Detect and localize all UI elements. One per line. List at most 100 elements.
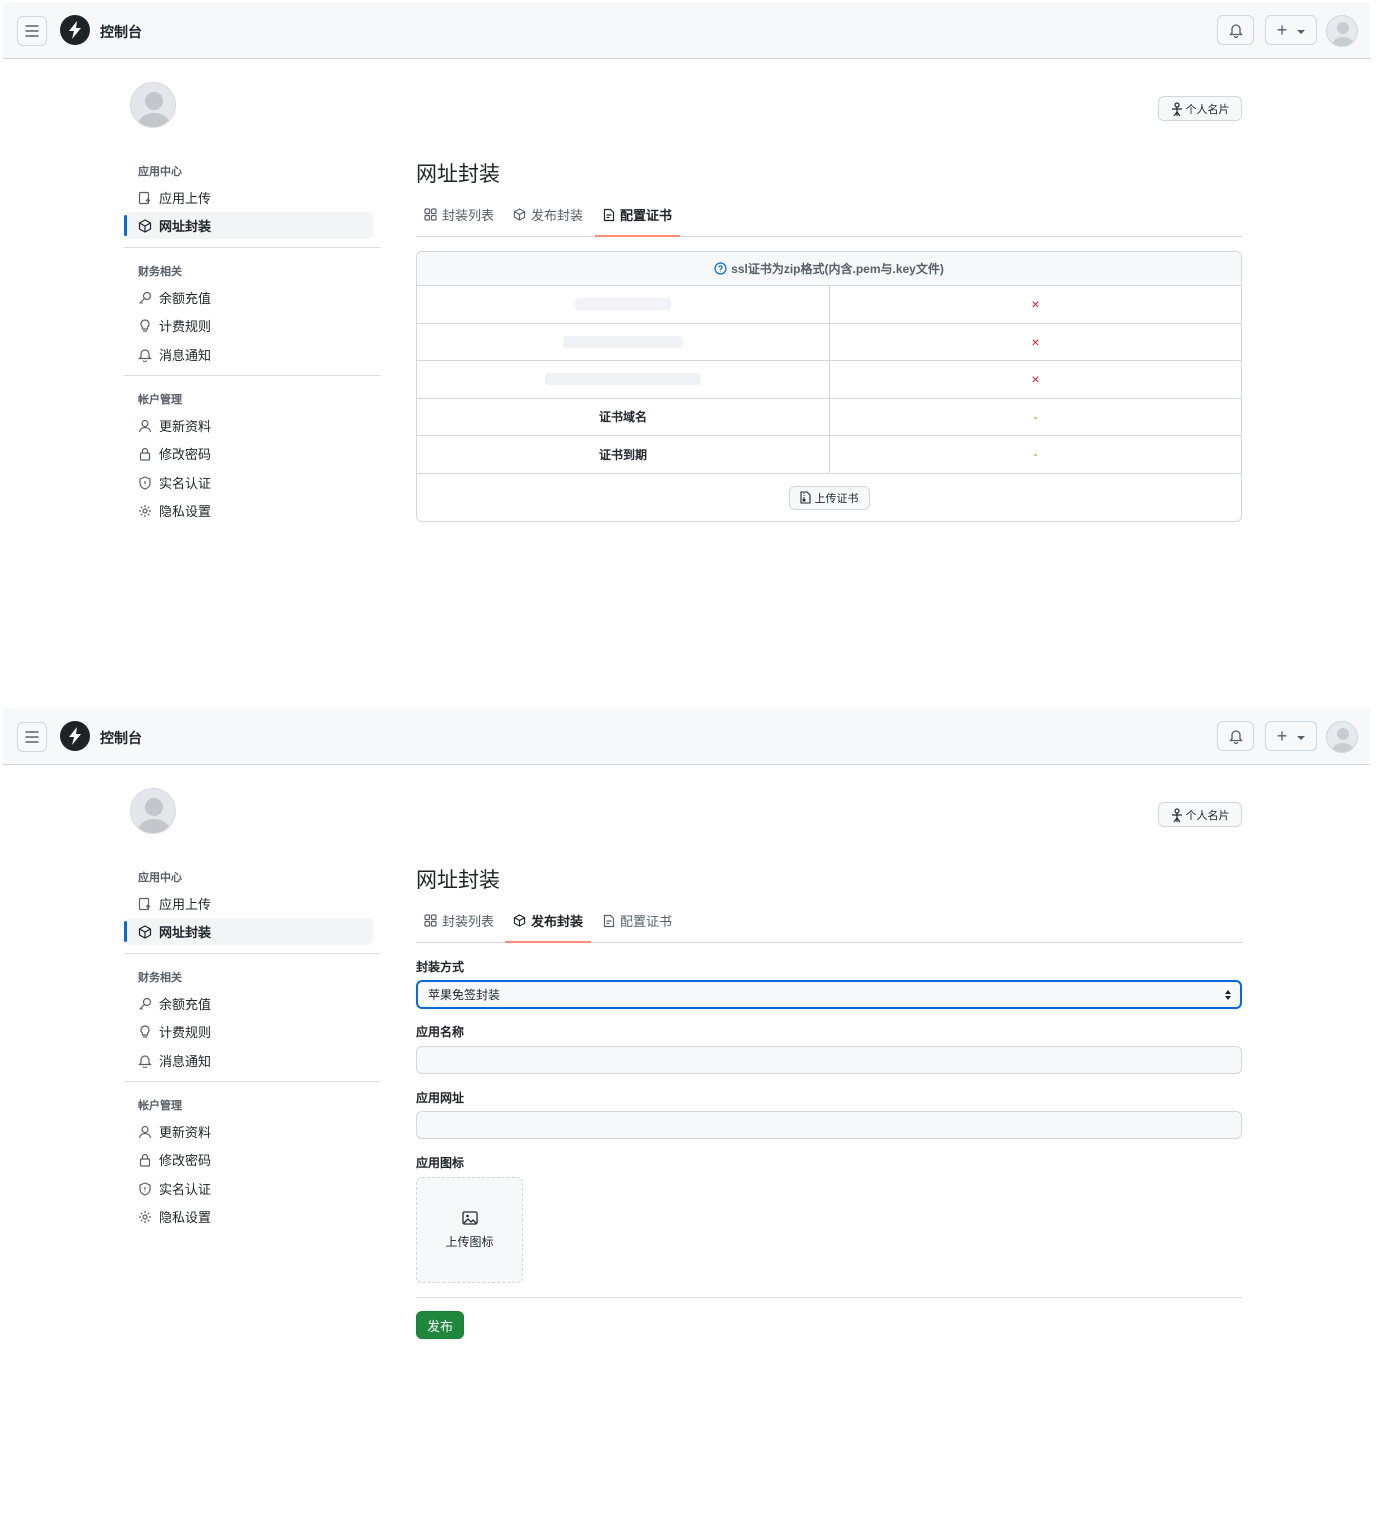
sidebar-item-label: 应用上传 — [159, 191, 212, 206]
package-icon — [513, 914, 526, 927]
lightbulb-icon — [140, 1024, 150, 1038]
sidebar-item-billing-rules[interactable]: 计费规则 — [124, 1018, 373, 1045]
tab-label: 配置证书 — [620, 208, 673, 223]
sidebar-item-verification[interactable]: 实名认证 — [124, 1175, 373, 1202]
bell-icon — [138, 348, 152, 362]
app-name-input[interactable] — [416, 1046, 1242, 1074]
cross-icon: × — [1031, 333, 1040, 350]
profile-card-button[interactable]: 个人名片 — [1158, 96, 1242, 121]
screen-config-cert: 控制台 + 个人名片 应用中心 应用上传 网址封装 财务相关 余额充值 计费规则… — [0, 0, 1398, 706]
sidebar-item-url-wrap[interactable]: 网址封装 — [124, 918, 373, 945]
profile-card-button[interactable]: 个人名片 — [1158, 802, 1242, 827]
page-title: 网址封装 — [416, 869, 500, 892]
cert-notice: ssl证书为zip格式(内含.pem与.key文件) — [417, 252, 1241, 286]
sidebar-item-label: 修改密码 — [159, 447, 212, 462]
sidebar-divider — [124, 375, 381, 376]
notifications-button[interactable] — [1217, 15, 1254, 45]
create-menu-button[interactable]: + — [1265, 15, 1317, 45]
menu-button[interactable] — [17, 16, 47, 46]
sidebar-item-notifications[interactable]: 消息通知 — [124, 1047, 373, 1074]
top-bar: 控制台 + — [3, 708, 1370, 765]
tab-publish-wrap[interactable]: 发布封装 — [505, 193, 591, 236]
caret-down-icon — [1297, 29, 1306, 34]
notifications-button[interactable] — [1217, 721, 1254, 751]
person-card-icon — [1171, 807, 1182, 822]
bell-icon — [1228, 23, 1243, 38]
package-icon — [513, 208, 526, 221]
tab-wrap-list[interactable]: 封装列表 — [416, 193, 502, 236]
cert-field-label — [417, 286, 830, 323]
top-bar: 控制台 + — [3, 2, 1370, 59]
sidebar-item-label: 隐私设置 — [159, 504, 212, 519]
upload-cert-label: 上传证书 — [814, 492, 859, 505]
menu-button[interactable] — [17, 722, 47, 752]
sidebar-item-app-upload[interactable]: 应用上传 — [124, 184, 373, 211]
select-arrows-icon — [1225, 990, 1231, 1000]
file-cert-icon — [603, 914, 615, 927]
tab-publish-wrap[interactable]: 发布封装 — [505, 899, 592, 943]
sidebar-item-url-wrap[interactable]: 网址封装 — [124, 212, 373, 239]
user-avatar[interactable] — [1326, 721, 1358, 753]
cert-field-value: × — [830, 286, 1241, 323]
logo[interactable] — [60, 721, 90, 751]
user-silhouette-icon — [1331, 728, 1355, 752]
wrap-method-label: 封装方式 — [416, 960, 465, 974]
sidebar-item-label: 余额充值 — [159, 997, 212, 1012]
upload-cert-button[interactable]: 上传证书 — [788, 485, 870, 510]
cert-field-value: - — [830, 399, 1241, 436]
user-avatar[interactable] — [1326, 15, 1358, 47]
sidebar-item-verification[interactable]: 实名认证 — [124, 469, 373, 496]
hamburger-icon — [25, 731, 39, 743]
sidebar-item-notifications[interactable]: 消息通知 — [124, 341, 373, 368]
sidebar-item-privacy[interactable]: 隐私设置 — [124, 497, 373, 524]
sidebar-group-title: 财务相关 — [138, 266, 182, 278]
sidebar-item-change-password[interactable]: 修改密码 — [124, 1146, 373, 1173]
sidebar-item-update-profile[interactable]: 更新资料 — [124, 412, 373, 439]
upload-doc-icon — [138, 897, 151, 910]
redacted-text — [563, 335, 683, 348]
sidebar-item-label: 修改密码 — [159, 1153, 212, 1168]
person-card-icon — [1171, 101, 1182, 116]
plus-icon: + — [1276, 20, 1288, 40]
sidebar-item-label: 实名认证 — [159, 1182, 212, 1197]
sidebar-item-privacy[interactable]: 隐私设置 — [124, 1203, 373, 1230]
cert-panel: ssl证书为zip格式(内含.pem与.key文件) × × × 证书域名 - … — [416, 251, 1242, 522]
file-zip-icon — [799, 491, 811, 504]
cert-expiry-value: - — [1033, 447, 1038, 462]
file-cert-icon — [603, 208, 615, 221]
sidebar-item-label: 消息通知 — [159, 348, 212, 363]
app-icon-upload[interactable]: 上传图标 — [416, 1177, 523, 1283]
logo[interactable] — [60, 15, 90, 45]
sidebar-item-recharge[interactable]: 余额充值 — [124, 284, 373, 311]
table-row: × — [417, 286, 1241, 324]
cert-field-label: 证书域名 — [417, 398, 830, 435]
sidebar-item-billing-rules[interactable]: 计费规则 — [124, 312, 373, 339]
cert-notice-text: ssl证书为zip格式(内含.pem与.key文件) — [731, 262, 944, 276]
sidebar-item-update-profile[interactable]: 更新资料 — [124, 1118, 373, 1145]
grid-icon — [424, 208, 437, 221]
sidebar-item-label: 网址封装 — [159, 219, 212, 234]
wrap-method-select[interactable]: 苹果免签封装 — [416, 980, 1242, 1009]
person-icon — [138, 1125, 152, 1138]
table-row: × — [417, 323, 1241, 361]
bell-icon — [1228, 729, 1243, 744]
cert-field-value: - — [830, 436, 1241, 473]
table-row: 证书到期 - — [417, 436, 1241, 474]
create-menu-button[interactable]: + — [1265, 721, 1317, 751]
tab-config-cert[interactable]: 配置证书 — [595, 193, 681, 237]
grid-icon — [424, 914, 437, 927]
app-url-input[interactable] — [416, 1111, 1242, 1139]
tab-wrap-list[interactable]: 封装列表 — [416, 899, 502, 942]
user-silhouette-icon — [1331, 22, 1355, 46]
sidebar-item-recharge[interactable]: 余额充值 — [124, 990, 373, 1017]
image-icon — [461, 1210, 478, 1225]
lock-icon — [139, 1153, 151, 1167]
tab-config-cert[interactable]: 配置证书 — [595, 899, 680, 942]
sidebar-item-change-password[interactable]: 修改密码 — [124, 440, 373, 467]
sidebar-item-app-upload[interactable]: 应用上传 — [124, 890, 373, 917]
profile-avatar — [130, 788, 176, 834]
sidebar-item-label: 余额充值 — [159, 291, 212, 306]
sidebar-group-title: 帐户管理 — [138, 394, 182, 406]
publish-button[interactable]: 发布 — [416, 1311, 464, 1339]
tab-bar: 封装列表 发布封装 配置证书 — [416, 899, 1242, 943]
